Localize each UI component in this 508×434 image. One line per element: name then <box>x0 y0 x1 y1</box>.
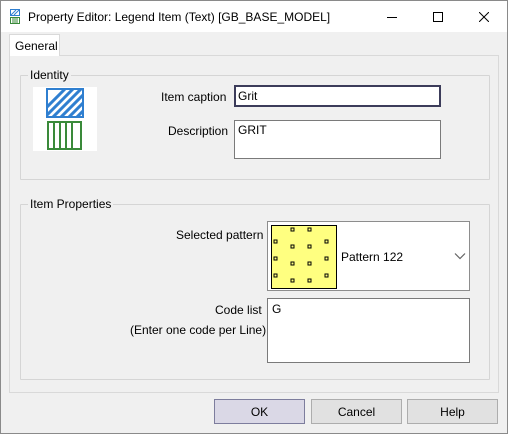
help-button[interactable]: Help <box>407 399 498 424</box>
item-properties-group-label: Item Properties <box>28 197 114 211</box>
identity-group-label: Identity <box>28 68 71 82</box>
title-bar[interactable]: Property Editor: Legend Item (Text) [GB_… <box>1 1 507 32</box>
legend-preview <box>33 87 97 151</box>
tab-general[interactable]: General <box>9 34 60 56</box>
minimize-icon <box>387 16 397 18</box>
window-title: Property Editor: Legend Item (Text) [GB_… <box>28 10 331 24</box>
close-button[interactable] <box>461 1 507 32</box>
ok-button[interactable]: OK <box>214 399 305 424</box>
diagonal-hatch-icon <box>46 88 84 118</box>
description-label: Description <box>168 124 229 138</box>
minimize-button[interactable] <box>369 1 415 32</box>
chevron-down-icon[interactable] <box>454 252 466 260</box>
maximize-button[interactable] <box>415 1 461 32</box>
legend-editor-icon <box>10 9 20 24</box>
description-input[interactable]: GRIT <box>234 120 441 159</box>
code-list-hint: (Enter one code per Line) <box>130 323 267 337</box>
pattern-dropdown[interactable]: Pattern 122 <box>267 221 470 291</box>
close-icon <box>479 11 489 22</box>
maximize-icon <box>433 11 443 22</box>
item-caption-input[interactable]: Grit <box>234 85 441 107</box>
vertical-stripe-icon <box>47 121 82 150</box>
item-caption-label: Item caption <box>161 90 227 104</box>
property-editor-window: Property Editor: Legend Item (Text) [GB_… <box>0 0 508 434</box>
cancel-button[interactable]: Cancel <box>311 399 402 424</box>
code-list-input[interactable]: G <box>267 298 470 363</box>
pattern-name: Pattern 122 <box>341 250 404 264</box>
selected-pattern-label: Selected pattern <box>176 228 264 242</box>
pattern-swatch-icon <box>271 225 337 289</box>
code-list-label: Code list <box>215 303 262 317</box>
